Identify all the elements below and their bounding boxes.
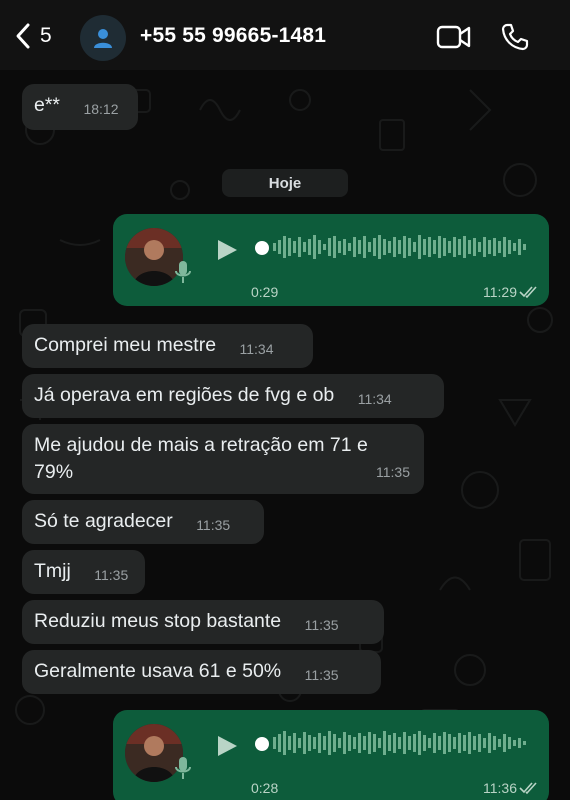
- message-bubble[interactable]: Comprei meu mestre 11:34: [22, 324, 313, 368]
- message-bubble[interactable]: Geralmente usava 61 e 50% 11:35: [22, 650, 381, 694]
- audio-waveform[interactable]: [273, 232, 529, 262]
- message-text: e**: [34, 94, 61, 116]
- voice-duration: 0:28: [251, 780, 279, 796]
- voice-message[interactable]: 0:29 11:29: [113, 214, 549, 306]
- chat-header: 5 +55 55 99665-1481: [0, 0, 570, 70]
- play-icon[interactable]: [215, 238, 239, 262]
- message-text: Só te agradecer: [34, 510, 173, 532]
- message-bubble[interactable]: Tmjj 11:35: [22, 550, 145, 594]
- message-text: Geralmente usava 61 e 50%: [34, 660, 282, 682]
- voice-call-button[interactable]: [500, 22, 530, 57]
- video-call-button[interactable]: [436, 24, 472, 55]
- person-icon: [94, 29, 112, 48]
- mic-icon: [175, 757, 191, 779]
- phone-icon: [501, 23, 529, 51]
- message-time: 18:12: [83, 101, 119, 117]
- audio-waveform[interactable]: [273, 728, 529, 758]
- message-text: Comprei meu mestre: [34, 334, 217, 356]
- message-bubble[interactable]: Só te agradecer 11:35: [22, 500, 264, 544]
- mic-icon: [175, 261, 191, 283]
- message-time: 11:35: [304, 667, 339, 683]
- date-separator: Hoje: [222, 169, 348, 197]
- message-bubble[interactable]: Reduziu meus stop bastante 11:35: [22, 600, 384, 644]
- double-check-icon: [519, 286, 537, 299]
- message-bubble[interactable]: Já operava em regiões de fvg e ob 11:34: [22, 374, 444, 418]
- message-text: Já operava em regiões de fvg e ob: [34, 384, 335, 406]
- message-time: 11:35: [196, 517, 231, 533]
- message-time: 11:34: [239, 341, 274, 357]
- message-time: 11:35: [376, 464, 410, 480]
- message-time: 11:29: [483, 284, 517, 300]
- message-bubble[interactable]: e** 18:12: [22, 84, 138, 130]
- message-time: 11:34: [357, 391, 392, 407]
- playback-position-dot[interactable]: [255, 241, 269, 255]
- message-text: Me ajudou de mais a retração em 71 e 79%: [34, 434, 368, 483]
- message-text: Reduziu meus stop bastante: [34, 610, 282, 632]
- chat-area[interactable]: e** 18:12 Hoje 0:29 11:29 Comprei meu me…: [0, 70, 570, 800]
- playback-position-dot[interactable]: [255, 737, 269, 751]
- chevron-left-icon: [16, 23, 30, 49]
- contact-avatar[interactable]: [80, 15, 126, 61]
- video-camera-icon: [436, 25, 471, 49]
- voice-message[interactable]: 0:28 11:36: [113, 710, 549, 800]
- message-time: 11:36: [483, 780, 517, 796]
- message-time: 11:35: [94, 567, 129, 583]
- message-text: Tmjj: [34, 560, 71, 582]
- back-button[interactable]: 5: [14, 22, 52, 50]
- play-icon[interactable]: [215, 734, 239, 758]
- contact-name[interactable]: +55 55 99665-1481: [140, 24, 326, 48]
- unread-count: 5: [40, 24, 52, 47]
- double-check-icon: [519, 782, 537, 795]
- voice-duration: 0:29: [251, 284, 279, 300]
- message-bubble[interactable]: Me ajudou de mais a retração em 71 e 79%…: [22, 424, 424, 494]
- message-time: 11:35: [304, 617, 339, 633]
